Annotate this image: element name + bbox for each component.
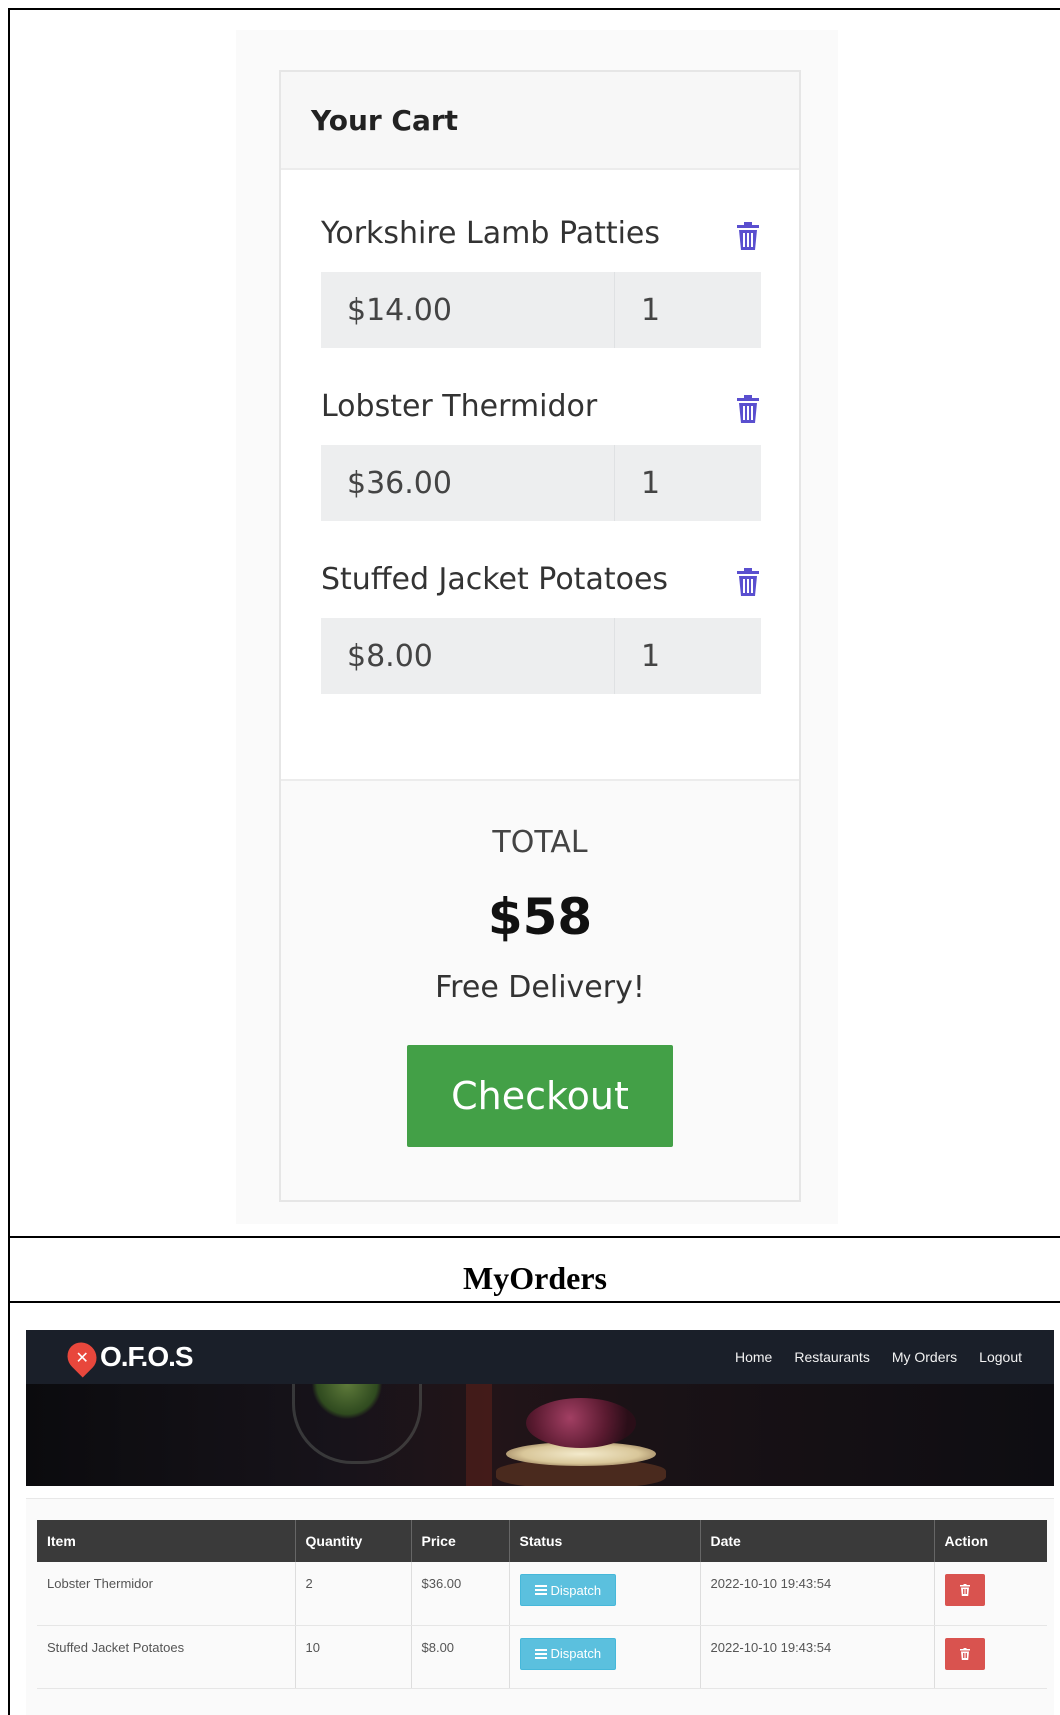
cart-item-price: $14.00 [321, 272, 615, 348]
header-item: Item [37, 1520, 296, 1562]
cell-quantity: 10 [295, 1625, 412, 1689]
delete-order-button[interactable] [944, 1574, 985, 1606]
divider-top [8, 1236, 1060, 1238]
hero-glass [292, 1384, 422, 1464]
dispatch-label: Dispatch [550, 1646, 602, 1661]
cell-status: Dispatch [509, 1625, 701, 1689]
header-action: Action [934, 1520, 1047, 1562]
hero-dessert [496, 1398, 666, 1486]
cart-item: Lobster Thermidor $36.00 1 [321, 381, 761, 521]
dispatch-button[interactable]: Dispatch [519, 1637, 617, 1670]
cell-action [934, 1625, 1047, 1689]
cell-item: Stuffed Jacket Potatoes [37, 1625, 296, 1689]
menu-icon [534, 1585, 547, 1595]
header-date: Date [700, 1520, 935, 1562]
cart-item-name: Lobster Thermidor [321, 389, 598, 424]
checkout-button[interactable]: Checkout [407, 1045, 673, 1147]
cell-price: $36.00 [411, 1562, 510, 1626]
cell-item: Lobster Thermidor [37, 1562, 296, 1626]
cart-item-price-row: $8.00 1 [321, 618, 761, 694]
fork-knife-icon: ✕ [61, 1336, 103, 1378]
delete-order-button[interactable] [944, 1637, 985, 1670]
cart-item-price: $8.00 [321, 618, 615, 694]
cart-item-quantity[interactable]: 1 [615, 272, 761, 348]
trash-icon [959, 1647, 970, 1660]
cart-header: Your Cart [281, 72, 799, 170]
trash-icon[interactable] [735, 394, 761, 424]
menu-icon [534, 1648, 547, 1659]
nav-my-orders[interactable]: My Orders [892, 1349, 957, 1365]
header-status: Status [509, 1520, 701, 1562]
header-quantity: Quantity [295, 1520, 412, 1562]
hero-dessert-berries [526, 1398, 636, 1448]
nav-logout[interactable]: Logout [979, 1349, 1022, 1365]
navbar: ✕ O.F.O.S Home Restaurants My Orders Log… [26, 1330, 1054, 1384]
cell-date: 2022-10-10 19:43:54 [700, 1625, 935, 1689]
cart-item-name: Stuffed Jacket Potatoes [321, 562, 669, 597]
cart-summary: TOTAL $58 Free Delivery! Checkout [281, 779, 799, 1200]
total-label: TOTAL [492, 825, 588, 860]
trash-icon [959, 1584, 970, 1596]
delivery-note: Free Delivery! [435, 970, 645, 1005]
cell-status: Dispatch [509, 1562, 701, 1626]
cell-action [934, 1562, 1047, 1626]
hero-banner [26, 1384, 1054, 1486]
cart-item-quantity[interactable]: 1 [615, 618, 761, 694]
logo[interactable]: ✕ O.F.O.S [61, 1336, 194, 1378]
nav-links: Home Restaurants My Orders Logout [735, 1330, 1022, 1384]
nav-home[interactable]: Home [735, 1349, 772, 1365]
dispatch-label: Dispatch [550, 1582, 602, 1598]
cart-item: Stuffed Jacket Potatoes $8.00 1 [321, 554, 761, 694]
cell-date: 2022-10-10 19:43:54 [700, 1562, 935, 1626]
table-row: Stuffed Jacket Potatoes 10 $8.00 Dispatc… [37, 1625, 1047, 1689]
cart-item-price-row: $14.00 1 [321, 272, 761, 348]
cart-item-quantity[interactable]: 1 [615, 445, 761, 521]
section-label: MyOrders [463, 1259, 607, 1296]
orders-table: Item Quantity Price Status Date Action L… [37, 1520, 1047, 1689]
hero-shadow [466, 1384, 492, 1486]
header-price: Price [411, 1520, 510, 1562]
cell-quantity: 2 [295, 1562, 412, 1626]
table-row: Lobster Thermidor 2 $36.00 Dispatch 2022… [37, 1562, 1047, 1626]
total-value: $58 [487, 888, 593, 946]
cart-panel: Your Cart Yorkshire Lamb Patties $14.00 … [279, 70, 801, 1202]
cart-item-price-row: $36.00 1 [321, 445, 761, 521]
cart-item: Yorkshire Lamb Patties $14.00 1 [321, 208, 761, 348]
cart-title: Your Cart [311, 103, 459, 137]
trash-icon[interactable] [735, 567, 761, 597]
cart-item-price: $36.00 [321, 445, 615, 521]
dispatch-button[interactable]: Dispatch [519, 1574, 617, 1606]
cart-item-name: Yorkshire Lamb Patties [321, 216, 661, 251]
table-header-row: Item Quantity Price Status Date Action [37, 1520, 1047, 1562]
trash-icon[interactable] [735, 221, 761, 251]
logo-text: O.F.O.S [100, 1341, 194, 1372]
nav-restaurants[interactable]: Restaurants [794, 1349, 869, 1365]
cell-price: $8.00 [411, 1625, 510, 1689]
